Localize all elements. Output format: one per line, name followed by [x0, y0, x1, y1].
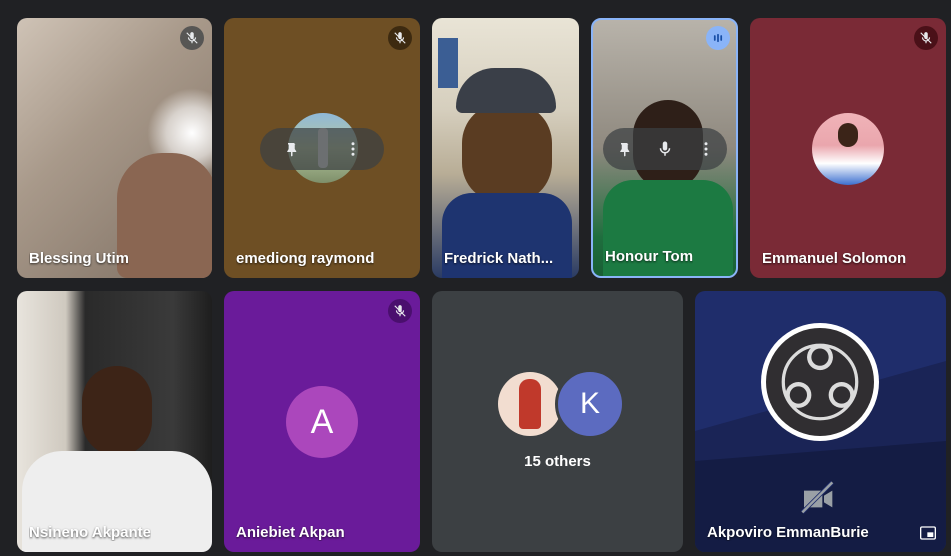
video-off-icon — [799, 479, 839, 519]
mic-icon[interactable] — [656, 140, 674, 158]
participant-tile[interactable]: emediong raymond — [224, 18, 420, 278]
participant-name: Honour Tom — [605, 248, 694, 265]
tile-controls — [260, 128, 384, 170]
avatar: K — [555, 369, 625, 439]
tile-controls — [603, 128, 727, 170]
picture-in-picture-icon[interactable] — [920, 526, 936, 540]
participant-name: Fredrick Nath... — [444, 250, 554, 267]
mic-off-icon — [388, 26, 412, 50]
others-count-label: 15 others — [524, 453, 591, 470]
participant-name: Blessing Utim — [29, 250, 130, 267]
participant-tile[interactable]: Honour Tom — [591, 18, 738, 278]
mic-off-icon — [388, 299, 412, 323]
participant-tile[interactable]: Akpoviro EmmanBurie — [695, 291, 946, 552]
participant-name: Emmanuel Solomon — [762, 250, 907, 267]
avatar-letter: A — [310, 402, 334, 441]
obs-logo — [761, 323, 879, 441]
participant-tile[interactable]: Emmanuel Solomon — [750, 18, 946, 278]
participant-name: Aniebiet Akpan — [236, 524, 345, 541]
pin-icon[interactable] — [615, 140, 633, 158]
participant-name: Akpoviro EmmanBurie — [707, 524, 869, 541]
avatar — [498, 372, 562, 436]
audio-bars-icon — [706, 26, 730, 50]
avatar-letter: K — [579, 387, 600, 420]
participant-tile[interactable]: A Aniebiet Akpan — [224, 291, 420, 552]
participant-name: emediong raymond — [236, 250, 375, 267]
participant-name: Nsineno Akpante — [29, 524, 151, 541]
participant-tile[interactable]: Fredrick Nath... — [432, 18, 579, 278]
avatar: A — [286, 386, 358, 458]
participant-tile[interactable]: Blessing Utim — [17, 18, 212, 278]
mic-off-icon — [180, 26, 204, 50]
avatar — [812, 113, 884, 185]
more-vert-icon[interactable] — [697, 140, 715, 158]
mic-off-icon — [914, 26, 938, 50]
participant-tile[interactable]: Nsineno Akpante — [17, 291, 212, 552]
pin-icon[interactable] — [282, 140, 300, 158]
others-tile[interactable]: K 15 others — [432, 291, 683, 552]
more-vert-icon[interactable] — [344, 140, 362, 158]
